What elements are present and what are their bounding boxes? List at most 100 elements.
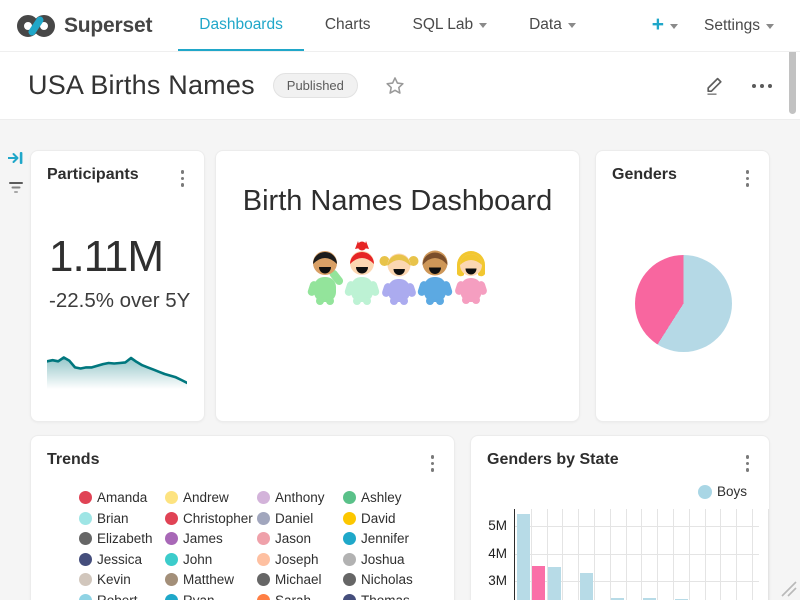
legend-name: Joshua <box>361 552 405 567</box>
more-actions-icon[interactable] <box>748 80 776 92</box>
legend-name: John <box>183 552 212 567</box>
legend-item-andrew[interactable]: Andrew <box>165 490 257 506</box>
legend-name: Matthew <box>183 572 234 587</box>
legend-item-jason[interactable]: Jason <box>257 531 343 547</box>
legend-dot <box>343 491 356 504</box>
kebab-menu-icon[interactable] <box>740 166 756 191</box>
legend-item-brian[interactable]: Brian <box>79 510 165 526</box>
bar-chart-plot-area <box>514 509 759 600</box>
legend-item-michael[interactable]: Michael <box>257 572 343 588</box>
legend-dot <box>343 573 356 586</box>
boys-legend-dot <box>698 485 712 499</box>
legend-item-jessica[interactable]: Jessica <box>79 551 165 567</box>
chevron-down-icon <box>670 24 678 29</box>
legend-item-amanda[interactable]: Amanda <box>79 490 165 506</box>
legend-item-nicholas[interactable]: Nicholas <box>343 572 425 588</box>
legend-name: Brian <box>97 511 129 526</box>
legend-dot <box>79 532 92 545</box>
gridline-vertical <box>657 509 658 600</box>
legend-name: Joseph <box>275 552 319 567</box>
superset-logo[interactable]: Superset <box>0 0 178 51</box>
published-badge[interactable]: Published <box>273 73 358 98</box>
legend-item-sarah[interactable]: Sarah <box>257 592 343 600</box>
legend-item-anthony[interactable]: Anthony <box>257 490 343 506</box>
nav-item-data[interactable]: Data <box>508 0 597 51</box>
gridline-vertical <box>626 509 627 600</box>
legend-name: Daniel <box>275 511 313 526</box>
legend-dot <box>257 594 270 600</box>
legend-dot <box>343 594 356 600</box>
favorite-star-icon[interactable] <box>384 75 406 97</box>
genders-card: Genders <box>595 150 770 422</box>
gridline-vertical <box>641 509 642 600</box>
nav-item-sql-lab[interactable]: SQL Lab <box>392 0 509 51</box>
kebab-menu-icon[interactable] <box>175 166 191 191</box>
bar-boys <box>548 567 561 600</box>
legend-item-john[interactable]: John <box>165 551 257 567</box>
legend-item-boys[interactable]: Boys <box>698 484 747 499</box>
legend-dot <box>257 491 270 504</box>
legend-item-ryan[interactable]: Ryan <box>165 592 257 600</box>
legend-item-daniel[interactable]: Daniel <box>257 510 343 526</box>
resize-handle[interactable] <box>778 578 798 598</box>
plus-icon: + <box>652 14 664 35</box>
card-title: Participants <box>47 166 139 184</box>
legend-item-matthew[interactable]: Matthew <box>165 572 257 588</box>
gridline-vertical <box>752 509 753 600</box>
legend-dot <box>257 573 270 586</box>
legend-name: Amanda <box>97 490 147 505</box>
superset-infinity-icon <box>16 12 56 40</box>
gridline-vertical <box>673 509 674 600</box>
legend-name: David <box>361 511 396 526</box>
gridline-vertical <box>705 509 706 600</box>
settings-menu[interactable]: Settings <box>704 17 774 35</box>
legend-name: James <box>183 531 223 546</box>
nav-item-dashboards[interactable]: Dashboards <box>178 0 304 51</box>
chevron-down-icon <box>766 24 774 29</box>
legend-dot <box>79 573 92 586</box>
gridline-vertical <box>610 509 611 600</box>
edit-pencil-icon[interactable] <box>704 75 726 97</box>
legend-item-christopher[interactable]: Christopher <box>165 510 257 526</box>
chevron-down-icon <box>479 23 487 28</box>
new-item-button[interactable]: + <box>652 16 678 35</box>
legend-name: Robert <box>97 593 138 600</box>
legend-item-ashley[interactable]: Ashley <box>343 490 425 506</box>
legend-item-joseph[interactable]: Joseph <box>257 551 343 567</box>
nav-menu: Dashboards Charts SQL LabData <box>178 0 597 51</box>
legend-item-james[interactable]: James <box>165 531 257 547</box>
card-title: Genders by State <box>487 451 619 469</box>
y-axis-tick-label: 3M <box>475 573 507 588</box>
legend-name: Jessica <box>97 552 142 567</box>
legend-item-joshua[interactable]: Joshua <box>343 551 425 567</box>
legend-item-thomas[interactable]: Thomas <box>343 592 425 600</box>
trends-card: Trends AmandaAndrewAnthonyAshleyBrianChr… <box>30 435 455 600</box>
legend-name: Ryan <box>183 593 215 600</box>
nav-item-charts[interactable]: Charts <box>304 0 392 51</box>
legend-dot <box>165 512 178 525</box>
legend-item-jennifer[interactable]: Jennifer <box>343 531 425 547</box>
legend-item-robert[interactable]: Robert <box>79 592 165 600</box>
legend-dot <box>165 553 178 566</box>
legend-dot <box>79 512 92 525</box>
genders-by-state-card: Genders by State Boys 5M4M3M <box>470 435 770 600</box>
legend-name: Ashley <box>361 490 402 505</box>
boys-legend-label: Boys <box>717 484 747 499</box>
bar-boys <box>580 573 593 600</box>
legend-item-david[interactable]: David <box>343 510 425 526</box>
expand-filter-bar-icon[interactable] <box>7 150 24 166</box>
nav-item-label: Charts <box>325 16 371 34</box>
big-number-value: 1.11M <box>49 235 204 279</box>
top-navbar: Superset Dashboards Charts SQL LabData + S… <box>0 0 800 52</box>
legend-item-elizabeth[interactable]: Elizabeth <box>79 531 165 547</box>
legend-name: Nicholas <box>361 572 413 587</box>
kebab-menu-icon[interactable] <box>740 451 756 476</box>
genders-pie-chart <box>635 255 732 352</box>
filter-icon[interactable] <box>8 180 24 195</box>
kebab-menu-icon[interactable] <box>425 451 441 476</box>
legend-dot <box>165 532 178 545</box>
gridline-vertical <box>736 509 737 600</box>
legend-item-kevin[interactable]: Kevin <box>79 572 165 588</box>
legend-name: Christopher <box>183 511 253 526</box>
settings-label: Settings <box>704 17 760 35</box>
